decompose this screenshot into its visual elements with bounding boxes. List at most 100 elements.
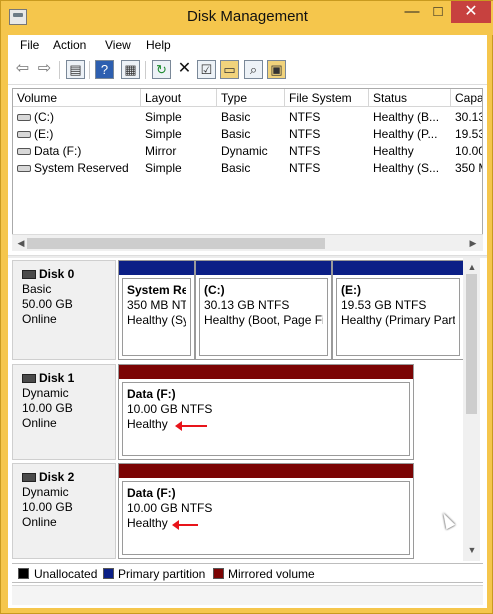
menu-file[interactable]: File (20, 38, 39, 52)
column-type[interactable]: Type (217, 89, 285, 107)
legend-bar: Unallocated Primary partition Mirrored v… (12, 563, 483, 583)
partition-status: Healthy (Sy (127, 313, 186, 327)
disk-icon (22, 473, 36, 482)
main-content: Volume Layout Type File System Status Ca… (8, 85, 487, 608)
scroll-thumb[interactable] (466, 274, 477, 414)
volume-file-system: NTFS (289, 161, 321, 175)
partition-status: Healthy (127, 417, 168, 431)
properties-icon[interactable]: ▦ (121, 60, 140, 79)
status-bar (12, 585, 483, 605)
volume-list: Volume Layout Type File System Status Ca… (12, 88, 483, 241)
scroll-thumb[interactable] (27, 238, 325, 249)
disk-status: Online (22, 312, 57, 326)
partition-bar (196, 261, 331, 275)
partition-size: 30.13 GB NTFS (204, 298, 290, 312)
disk-icon (22, 374, 36, 383)
volume-status: Healthy (P... (373, 127, 438, 141)
disk-map: Disk 0 Basic 50.00 GB Online System Res … (12, 258, 483, 561)
legend-swatch-primary (103, 568, 114, 579)
drive-icon (17, 114, 31, 122)
volume-row[interactable]: System Reserved Simple Basic NTFS Health… (13, 160, 482, 177)
column-status[interactable]: Status (369, 89, 451, 107)
disk-label[interactable]: Disk 1 Dynamic 10.00 GB Online (12, 364, 116, 460)
partition-bar (119, 365, 413, 379)
delete-icon[interactable]: ✕ (175, 60, 194, 79)
volume-type: Dynamic (221, 144, 268, 158)
info-icon[interactable]: ▣ (267, 60, 286, 79)
disk-2-row: Disk 2 Dynamic 10.00 GB Online Data (F:)… (12, 463, 464, 559)
volume-capacity: 350 M (455, 161, 482, 175)
partition-e[interactable]: (E:) 19.53 GB NTFS Healthy (Primary Part… (332, 260, 464, 360)
partition-c[interactable]: (C:) 30.13 GB NTFS Healthy (Boot, Page F… (195, 260, 332, 360)
menu-help[interactable]: Help (146, 38, 171, 52)
partition-data-f[interactable]: Data (F:) 10.00 GB NTFS Healthy (118, 463, 414, 559)
toolbar-separator (59, 61, 60, 79)
console-tree-icon[interactable]: ▤ (66, 60, 85, 79)
column-file-system[interactable]: File System (285, 89, 369, 107)
partition-size: 10.00 GB NTFS (127, 501, 213, 515)
partition-bar (119, 464, 413, 478)
help-icon[interactable]: ? (95, 60, 114, 79)
disk-map-vertical-scrollbar[interactable]: ▲ ▼ (463, 258, 480, 561)
partition-name: System Res (127, 283, 186, 297)
volume-name: Data (F:) (34, 144, 82, 158)
menu-view[interactable]: View (105, 38, 131, 52)
column-capacity[interactable]: Capa (451, 89, 482, 107)
disk-size: 10.00 GB (22, 401, 73, 415)
scroll-left-icon[interactable]: ◀ (15, 237, 27, 249)
refresh-icon[interactable]: ↻ (152, 60, 171, 79)
title-bar: Disk Management — □ ✕ (1, 1, 493, 35)
volume-capacity: 19.53 (455, 127, 483, 141)
disk-label[interactable]: Disk 2 Dynamic 10.00 GB Online (12, 463, 116, 559)
check-icon[interactable]: ☑ (197, 60, 216, 79)
partition-size: 10.00 GB NTFS (127, 402, 213, 416)
disk-icon (22, 270, 36, 279)
disk-status: Online (22, 515, 57, 529)
volume-name: (E:) (34, 127, 54, 141)
column-layout[interactable]: Layout (141, 89, 217, 107)
partition-status: Healthy (Boot, Page Fil (204, 313, 323, 327)
partition-system-reserved[interactable]: System Res 350 MB NTF Healthy (Sy (118, 260, 195, 360)
close-button[interactable]: ✕ (451, 1, 491, 23)
disk-status: Online (22, 416, 57, 430)
toolbar-separator (145, 61, 146, 79)
disk-1-row: Disk 1 Dynamic 10.00 GB Online Data (F:)… (12, 364, 464, 460)
forward-arrow-icon[interactable]: ⇨ (35, 60, 54, 79)
back-arrow-icon[interactable]: ⇦ (13, 60, 32, 79)
volume-row[interactable]: (C:) Simple Basic NTFS Healthy (B... 30.… (13, 109, 482, 126)
volume-status: Healthy (373, 144, 414, 158)
menu-action[interactable]: Action (53, 38, 86, 52)
scroll-down-icon[interactable]: ▼ (466, 544, 478, 556)
volume-name: System Reserved (34, 161, 129, 175)
partition-bar (119, 261, 194, 275)
partition-status: Healthy (127, 516, 168, 530)
partition-name: Data (F:) (127, 486, 176, 500)
volume-capacity: 10.00 (455, 144, 483, 158)
volume-row[interactable]: Data (F:) Mirror Dynamic NTFS Healthy 10… (13, 143, 483, 160)
volume-list-horizontal-scrollbar[interactable]: ◀ ▶ (12, 234, 483, 251)
disk-label[interactable]: Disk 0 Basic 50.00 GB Online (12, 260, 116, 360)
minimize-button[interactable]: — (399, 1, 425, 23)
disk-type: Dynamic (22, 485, 69, 499)
legend-swatch-unallocated (18, 568, 29, 579)
toolbar: ⇦ ⇨ ▤ ? ▦ ↻ ✕ ☑ ▭ ⌕ ▣ (8, 55, 487, 85)
scroll-right-icon[interactable]: ▶ (467, 237, 479, 249)
volume-status: Healthy (S... (373, 161, 440, 175)
volume-type: Basic (221, 127, 251, 141)
volume-row[interactable]: (E:) Simple Basic NTFS Healthy (P... 19.… (13, 126, 483, 143)
partition-name: Data (F:) (127, 387, 176, 401)
open-icon[interactable]: ▭ (220, 60, 239, 79)
volume-type: Basic (221, 110, 251, 124)
legend-swatch-mirrored (213, 568, 224, 579)
column-volume[interactable]: Volume (13, 89, 141, 107)
partition-name: (E:) (341, 283, 361, 297)
volume-file-system: NTFS (289, 127, 321, 141)
disk-size: 50.00 GB (22, 297, 73, 311)
scroll-up-icon[interactable]: ▲ (466, 261, 478, 273)
partition-data-f[interactable]: Data (F:) 10.00 GB NTFS Healthy (118, 364, 414, 460)
volume-layout: Simple (145, 110, 182, 124)
explore-icon[interactable]: ⌕ (244, 60, 263, 79)
legend-label: Primary partition (118, 567, 206, 581)
maximize-button[interactable]: □ (425, 1, 451, 23)
legend-label: Mirrored volume (228, 567, 315, 581)
